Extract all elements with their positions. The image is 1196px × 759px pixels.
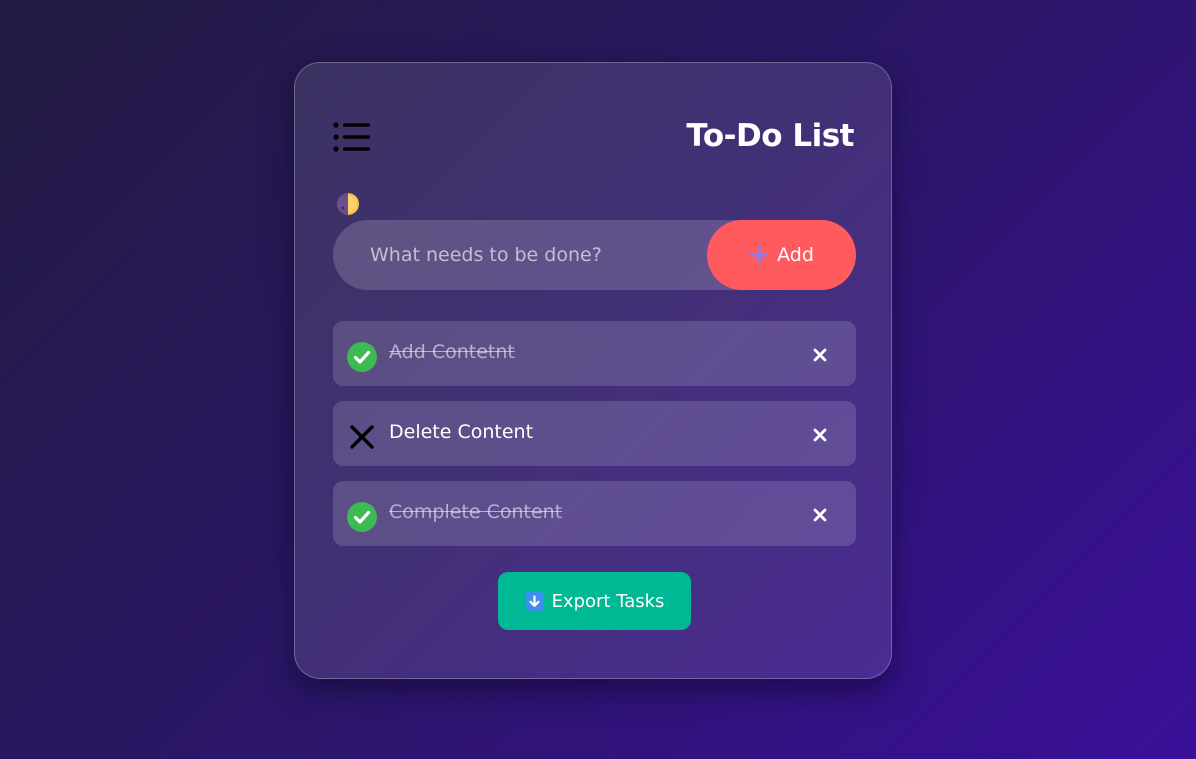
task-label[interactable]: Complete Content [389, 499, 562, 525]
check-circle-icon[interactable] [347, 502, 377, 532]
half-moon-theme-icon[interactable] [336, 192, 360, 216]
task-label[interactable]: Add Contetnt [389, 339, 515, 365]
add-task-button[interactable]: Add [707, 220, 856, 290]
task-label[interactable]: Delete Content [389, 419, 533, 445]
add-button-label: Add [777, 244, 814, 266]
delete-task-icon[interactable] [812, 427, 828, 443]
delete-task-icon[interactable] [812, 347, 828, 363]
cross-mark-icon[interactable] [347, 422, 377, 452]
task-item: Add Contetnt [333, 321, 856, 386]
export-tasks-button[interactable]: Export Tasks [498, 572, 691, 630]
todo-card: To-Do List Add [294, 62, 892, 679]
list-menu-icon[interactable] [333, 121, 371, 153]
task-item: Complete Content [333, 481, 856, 546]
down-arrow-icon [524, 591, 544, 611]
delete-task-icon[interactable] [812, 507, 828, 523]
plus-icon [749, 245, 769, 265]
task-list: Add Contetnt Delete Content Complete Con… [333, 321, 856, 561]
check-circle-icon[interactable] [347, 342, 377, 372]
new-task-input[interactable] [333, 220, 713, 290]
task-item: Delete Content [333, 401, 856, 466]
new-task-form: Add [333, 220, 856, 290]
export-button-label: Export Tasks [551, 590, 665, 612]
page-title: To-Do List [686, 118, 854, 154]
